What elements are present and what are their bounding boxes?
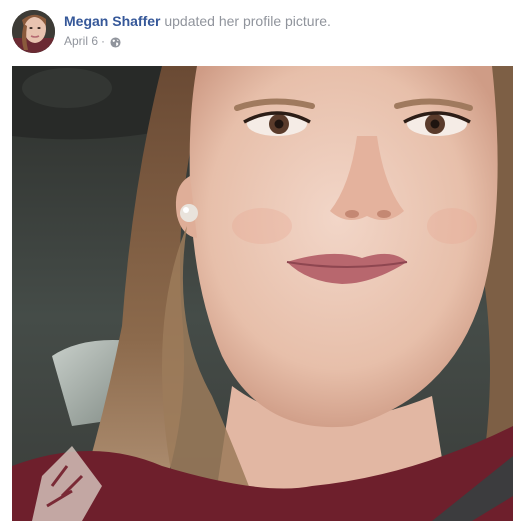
globe-icon[interactable]	[110, 36, 121, 48]
post-date-link[interactable]: April 6	[64, 33, 98, 49]
post-title-line: Megan Shaffer updated her profile pictur…	[64, 12, 502, 30]
profile-photo[interactable]	[12, 66, 513, 521]
post-action-text: updated her profile picture.	[164, 13, 331, 29]
feed-post: Megan Shaffer updated her profile pictur…	[0, 0, 514, 521]
post-meta: April 6 ·	[64, 33, 502, 49]
post-header: Megan Shaffer updated her profile pictur…	[12, 10, 502, 54]
meta-separator: ·	[101, 34, 106, 48]
author-avatar[interactable]	[12, 10, 55, 53]
post-header-text: Megan Shaffer updated her profile pictur…	[64, 12, 502, 49]
author-name-link[interactable]: Megan Shaffer	[64, 13, 160, 29]
